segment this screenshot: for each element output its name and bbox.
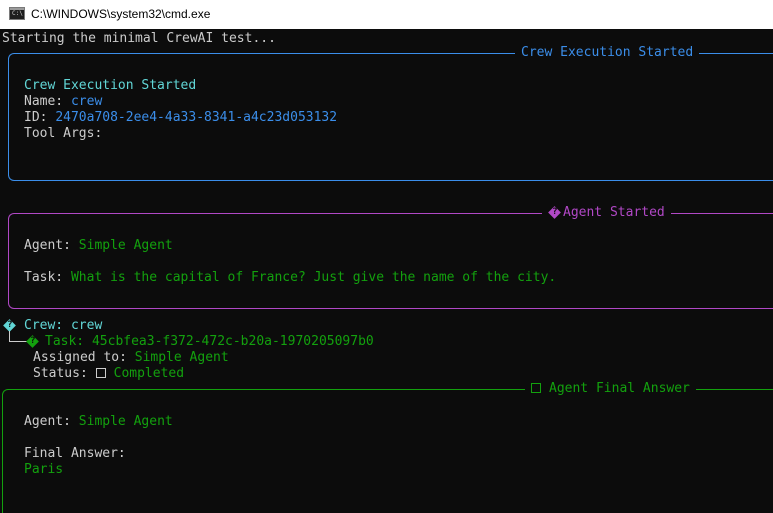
diamond-question-icon	[26, 334, 39, 348]
tree-task-line: Task: 45cbfea3-f372-472c-b20a-1970205097…	[26, 334, 374, 350]
crew-execution-panel: Crew Execution Started Crew Execution St…	[8, 45, 773, 181]
checkbox-icon	[531, 383, 541, 393]
diamond-question-icon	[548, 205, 561, 219]
checkbox-icon	[95, 368, 106, 378]
final-agent-label: Agent:	[24, 414, 79, 429]
agent-panel-title: Agent Started	[563, 205, 665, 220]
crew-id-label: ID:	[24, 110, 56, 125]
tree-assigned-value: Simple Agent	[134, 350, 229, 365]
tree-crew-label: Crew:	[24, 318, 71, 333]
crew-id-line: ID: 2470a708-2ee4-4a33-8341-a4c23d053132	[24, 110, 337, 126]
tree-status-line: Status: Completed	[33, 366, 184, 382]
final-panel-title-wrap: Agent Final Answer	[525, 381, 696, 397]
startup-line: Starting the minimal CrewAI test...	[2, 31, 276, 46]
task-label: Task:	[24, 270, 71, 285]
tool-args-label: Tool Args:	[24, 126, 103, 141]
title-bar[interactable]: C:\ C:\WINDOWS\system32\cmd.exe	[0, 0, 773, 29]
tree-status-label: Status:	[33, 366, 96, 381]
tree-assigned-line: Assigned to: Simple Agent	[33, 350, 229, 366]
agent-final-answer-panel: Agent Final Answer Agent: Simple Agent F…	[2, 381, 773, 513]
console-output[interactable]: Starting the minimal CrewAI test... Crew…	[0, 29, 773, 513]
window-title: C:\WINDOWS\system32\cmd.exe	[31, 7, 211, 21]
crew-panel-title: Crew Execution Started	[515, 45, 700, 61]
crew-id-value: 2470a708-2ee4-4a33-8341-a4c23d053132	[55, 110, 338, 125]
final-answer-label: Final Answer:	[24, 446, 126, 461]
crew-name-line: Name: crew	[24, 94, 102, 110]
cmd-icon-label: C:\	[12, 10, 23, 17]
diamond-question-icon	[3, 318, 16, 332]
agent-started-panel: Agent Started Agent: Simple Agent Task: …	[8, 205, 773, 309]
tree-task-label: Task:	[45, 334, 92, 349]
final-panel-title: Agent Final Answer	[549, 381, 690, 396]
agent-panel-title-wrap: Agent Started	[542, 205, 671, 221]
tree-task-value: 45cbfea3-f372-472c-b20a-1970205097b0	[91, 334, 374, 349]
task-line: Task: What is the capital of France? Jus…	[24, 270, 556, 286]
task-value: What is the capital of France? Just give…	[70, 270, 557, 285]
agent-value: Simple Agent	[78, 238, 173, 253]
final-answer-value: Paris	[24, 462, 64, 477]
crew-name-value: crew	[70, 94, 103, 109]
final-agent-value: Simple Agent	[78, 414, 173, 429]
crew-panel-heading: Crew Execution Started	[24, 78, 197, 93]
cmd-icon: C:\	[9, 7, 25, 20]
tree-assigned-label: Assigned to:	[33, 350, 135, 365]
tree-status-value: Completed	[113, 366, 185, 381]
crew-name-label: Name:	[24, 94, 71, 109]
tree-crew-value: crew	[70, 318, 103, 333]
final-agent-line: Agent: Simple Agent	[24, 414, 173, 430]
agent-label: Agent:	[24, 238, 79, 253]
agent-line: Agent: Simple Agent	[24, 238, 173, 254]
cmd-window: C:\ C:\WINDOWS\system32\cmd.exe Starting…	[0, 0, 773, 513]
